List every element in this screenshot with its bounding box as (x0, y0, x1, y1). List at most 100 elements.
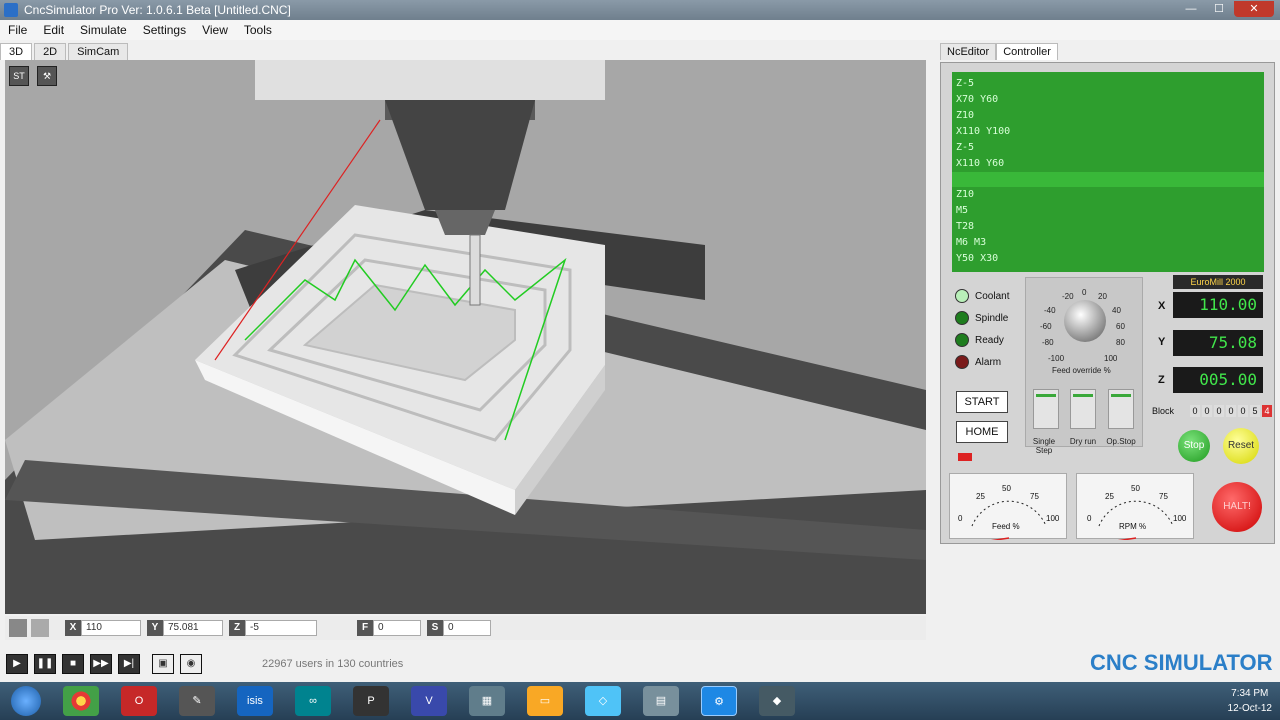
feed-gauge: 0 25 50 75 100 Feed % (949, 473, 1067, 540)
coordinate-bar: X 110 Y 75.081 Z -5 F0 S0 (5, 616, 926, 640)
axis-y-readout: 75.08 (1173, 330, 1263, 356)
close-button[interactable]: ✕ (1234, 1, 1274, 17)
system-clock[interactable]: 7:34 PM 12-Oct-12 (1228, 686, 1272, 716)
window-title: CncSimulator Pro Ver: 1.0.6.1 Beta [Unti… (24, 3, 291, 17)
coord-f: F0 (357, 620, 421, 636)
end-mill-tool (469, 234, 481, 306)
menu-view[interactable]: View (194, 23, 236, 37)
opera-icon[interactable]: O (121, 686, 157, 716)
menu-settings[interactable]: Settings (135, 23, 194, 37)
dry-run-switch[interactable] (1070, 389, 1096, 429)
tab-nceditor[interactable]: NcEditor (940, 43, 997, 60)
indicator-alarm: Alarm (955, 351, 1009, 373)
fast-forward-icon[interactable]: ▶▶ (90, 654, 112, 674)
tool-holder (435, 210, 495, 235)
rpm-gauge-arc (1098, 500, 1174, 540)
gcode-line: X110 Y100 (956, 126, 1011, 137)
stop-icon[interactable]: ■ (62, 654, 84, 674)
app-window-icon[interactable]: ◇ (585, 686, 621, 716)
record-icon[interactable]: ▣ (152, 654, 174, 674)
feed-knob[interactable] (1064, 300, 1106, 342)
menu-tools[interactable]: Tools (236, 23, 280, 37)
axis-y-label: Y (1158, 336, 1166, 348)
playback-bar: ▶ ❚❚ ■ ▶▶ ▶| ▣ ◉ 22967 users in 130 coun… (0, 650, 940, 678)
pause-icon[interactable]: ❚❚ (34, 654, 56, 674)
step-forward-icon[interactable]: ▶| (118, 654, 140, 674)
rpm-gauge-needle (1117, 537, 1137, 540)
view-tabs: 3D 2D SimCam (0, 40, 940, 60)
title-bar: CncSimulator Pro Ver: 1.0.6.1 Beta [Unti… (0, 0, 1280, 20)
gcode-line: Z-5 (956, 142, 975, 153)
user-count: 22967 users in 130 countries (262, 658, 404, 670)
machine-name: EuroMill 2000 (1173, 275, 1263, 289)
gcode-line: X110 Y60 (956, 158, 1005, 169)
camera-icon[interactable]: ◉ (180, 654, 202, 674)
led-icon (955, 355, 969, 369)
calculator-icon[interactable]: ▦ (469, 686, 505, 716)
tab-3d[interactable]: 3D (0, 43, 33, 60)
gcode-current-line (952, 172, 1264, 187)
3d-viewport[interactable]: ST ⚒ (5, 60, 926, 614)
home-button[interactable]: HOME (956, 421, 1008, 443)
tab-2d[interactable]: 2D (34, 43, 67, 60)
menu-file[interactable]: File (0, 23, 35, 37)
indicator-lights: Coolant Spindle Ready Alarm (955, 285, 1009, 373)
gcode-line: Y50 X30 (956, 253, 999, 264)
stop-button[interactable]: Stop (1178, 430, 1210, 462)
pointer-icon[interactable] (9, 619, 27, 637)
coord-x: X 110 (65, 620, 141, 636)
maximize-button[interactable]: ☐ (1206, 1, 1232, 17)
proteus-icon[interactable]: P (353, 686, 389, 716)
feed-gauge-arc (971, 500, 1047, 540)
tab-controller[interactable]: Controller (996, 43, 1058, 60)
gcode-line: M6 M3 (956, 237, 987, 248)
isis-icon[interactable]: isis (237, 686, 273, 716)
app-icon (4, 3, 18, 17)
op-stop-switch[interactable] (1108, 389, 1134, 429)
start-button[interactable]: START (956, 391, 1008, 413)
reset-button[interactable]: Reset (1223, 428, 1259, 464)
chrome-icon[interactable] (63, 686, 99, 716)
menu-simulate[interactable]: Simulate (72, 23, 135, 37)
taskbar: O ✎ isis ∞ P V ▦ ▭ ◇ ▤ ⚙ ◆ 7:34 PM 12-Oc… (0, 682, 1280, 720)
cnc-simulator-taskbar-icon[interactable]: ⚙ (701, 686, 737, 716)
error-indicator (958, 453, 972, 461)
coord-y: Y 75.081 (147, 620, 223, 636)
app-box-icon[interactable]: ◆ (759, 686, 795, 716)
coord-z: Z -5 (229, 620, 317, 636)
indicator-spindle: Spindle (955, 307, 1009, 329)
machine-scene (5, 60, 926, 614)
led-icon (955, 289, 969, 303)
menu-edit[interactable]: Edit (35, 23, 72, 37)
halt-button[interactable]: HALT! (1212, 482, 1262, 532)
block-counter: Block 0 0 0 0 0 5 4 (1152, 405, 1273, 417)
axis-x-readout: 110.00 (1173, 292, 1263, 318)
menu-bar: File Edit Simulate Settings View Tools (0, 20, 1280, 40)
step-icon[interactable]: ST (9, 66, 29, 86)
visio-icon[interactable]: V (411, 686, 447, 716)
cnc-simulator-logo: CNC SIMULATOR (1090, 648, 1274, 678)
arduino-icon[interactable]: ∞ (295, 686, 331, 716)
gcode-line: Z10 (956, 189, 975, 200)
window-controls: — ☐ ✕ (1178, 1, 1274, 17)
machine-gantry (255, 60, 605, 100)
gcode-display[interactable]: Z-5 X70 Y60 Z10 X110 Y100 Z-5 X110 Y60 Z… (952, 72, 1264, 272)
gcode-line: T28 (956, 221, 975, 232)
led-icon (955, 311, 969, 325)
led-icon (955, 333, 969, 347)
indicator-ready: Ready (955, 329, 1009, 351)
pencil-icon[interactable] (31, 619, 49, 637)
tool-change-icon[interactable]: ⚒ (37, 66, 57, 86)
app-folder-icon[interactable]: ▤ (643, 686, 679, 716)
minimize-button[interactable]: — (1178, 1, 1204, 17)
app-tool-icon[interactable]: ✎ (179, 686, 215, 716)
explorer-icon[interactable]: ▭ (527, 686, 563, 716)
right-tabs: NcEditor Controller (940, 40, 1280, 60)
gcode-line: Z-5 (956, 78, 975, 89)
feed-gauge-needle (990, 537, 1010, 540)
single-step-switch[interactable] (1033, 389, 1059, 429)
tab-simcam[interactable]: SimCam (68, 43, 129, 60)
start-orb-icon[interactable] (11, 686, 41, 716)
play-icon[interactable]: ▶ (6, 654, 28, 674)
logo-text: CNC SIMULATOR (1090, 650, 1273, 675)
